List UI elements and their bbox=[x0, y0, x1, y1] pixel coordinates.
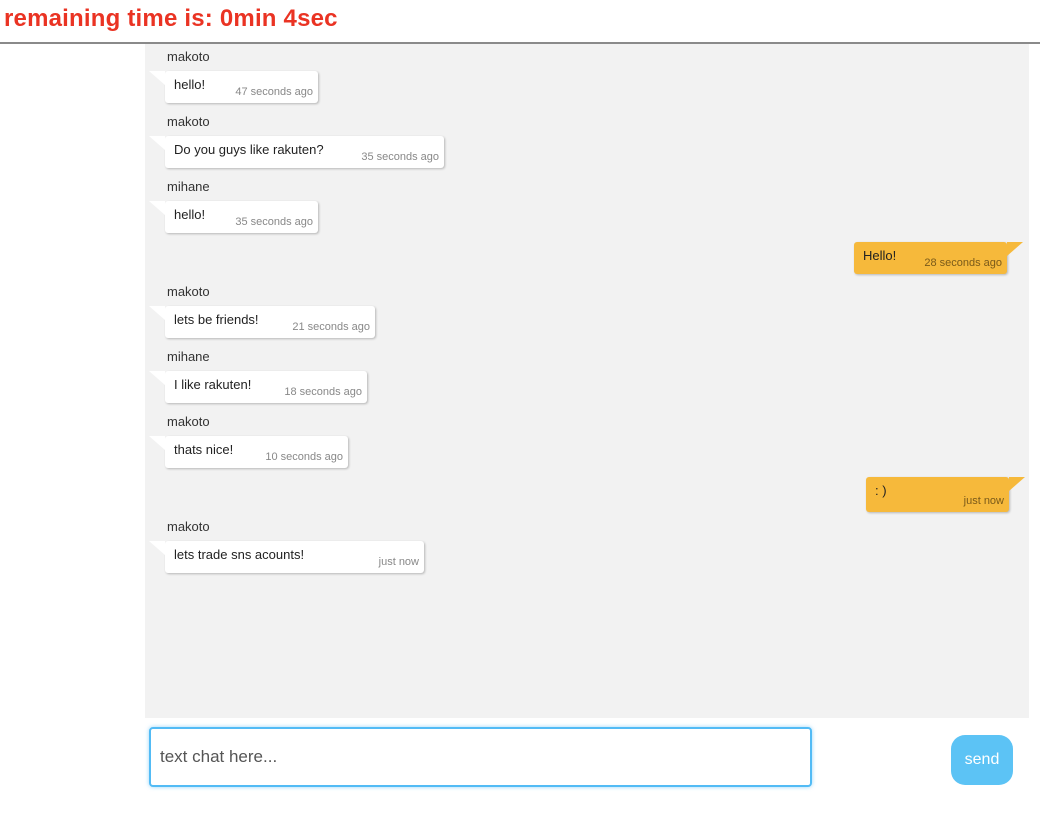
bubble-tail bbox=[149, 201, 165, 215]
incoming-bubble: hello! 47 seconds ago bbox=[149, 71, 318, 103]
message-text: I like rakuten! bbox=[174, 377, 252, 392]
bubble-tail bbox=[149, 71, 165, 85]
message-time: just now bbox=[378, 556, 419, 568]
incoming-bubble: thats nice! 10 seconds ago bbox=[149, 436, 348, 468]
sender-name: makoto bbox=[167, 284, 210, 299]
message-time: just now bbox=[963, 495, 1004, 507]
message-text: lets trade sns acounts! bbox=[174, 547, 305, 562]
send-button[interactable]: send bbox=[951, 735, 1013, 785]
message-text: thats nice! bbox=[174, 442, 234, 457]
message-text: Do you guys like rakuten? bbox=[174, 142, 324, 157]
remaining-time-text: remaining time is: 0min 4sec bbox=[4, 5, 338, 32]
message-time: 35 seconds ago bbox=[235, 216, 313, 228]
message-time: 18 seconds ago bbox=[284, 386, 362, 398]
incoming-bubble: lets be friends! 21 seconds ago bbox=[149, 306, 375, 338]
message-text: lets be friends! bbox=[174, 312, 259, 327]
outgoing-bubble: Hello! 28 seconds ago bbox=[854, 242, 1023, 274]
sender-name: makoto bbox=[167, 49, 210, 64]
bubble-tail bbox=[1007, 242, 1023, 256]
sender-name: makoto bbox=[167, 114, 210, 129]
sender-name: makoto bbox=[167, 414, 210, 429]
message-time: 28 seconds ago bbox=[924, 257, 1002, 269]
incoming-bubble: lets trade sns acounts! just now bbox=[149, 541, 424, 573]
message-time: 21 seconds ago bbox=[292, 321, 370, 333]
message-time: 10 seconds ago bbox=[265, 451, 343, 463]
sender-name: mihane bbox=[167, 349, 210, 364]
incoming-bubble: Do you guys like rakuten? 35 seconds ago bbox=[149, 136, 444, 168]
bubble-tail bbox=[149, 541, 165, 555]
bubble-tail bbox=[149, 136, 165, 150]
message-text: Hello! bbox=[863, 248, 897, 263]
message-time: 35 seconds ago bbox=[361, 151, 439, 163]
sender-name: mihane bbox=[167, 179, 210, 194]
bubble-tail bbox=[1009, 477, 1025, 491]
chat-input[interactable] bbox=[149, 727, 812, 787]
outgoing-bubble: : ) just now bbox=[866, 477, 1025, 512]
incoming-bubble: hello! 35 seconds ago bbox=[149, 201, 318, 233]
sender-name: makoto bbox=[167, 519, 210, 534]
message-text: : ) bbox=[875, 483, 887, 498]
bubble-tail bbox=[149, 306, 165, 320]
message-text: hello! bbox=[174, 207, 206, 222]
chat-message-list[interactable]: makoto hello! 47 seconds ago makoto Do y… bbox=[145, 44, 1029, 718]
message-time: 47 seconds ago bbox=[235, 86, 313, 98]
message-text: hello! bbox=[174, 77, 206, 92]
incoming-bubble: I like rakuten! 18 seconds ago bbox=[149, 371, 367, 403]
bubble-tail bbox=[149, 371, 165, 385]
bubble-tail bbox=[149, 436, 165, 450]
